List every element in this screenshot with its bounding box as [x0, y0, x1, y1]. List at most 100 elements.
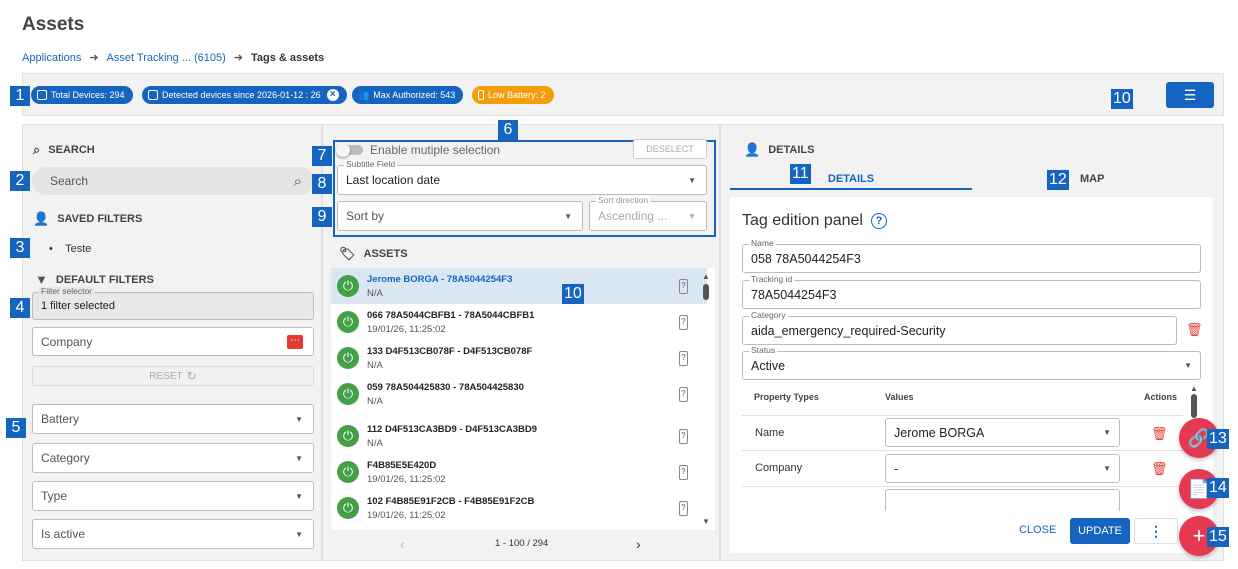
list-item[interactable]: ⏻ Jerome BORGA - 78A5044254F3 N/A?: [331, 268, 707, 304]
default-filters-text: DEFAULT FILTERS: [55, 273, 154, 286]
details-heading: 👤 DETAILS: [744, 142, 814, 158]
chevron-down-icon: ▼: [295, 491, 303, 501]
tracking-id-label: Tracking id: [749, 274, 795, 284]
company-field[interactable]: Company ⋯: [32, 327, 314, 356]
chevron-down-icon: ▼: [1103, 428, 1111, 437]
subtitle-field-select[interactable]: Subtitle Field Last location date ▼: [337, 160, 707, 195]
is-active-select[interactable]: Is active ▼: [32, 519, 314, 549]
power-icon: ⏻: [337, 425, 359, 447]
low-battery-chip[interactable]: Low Battery: 2: [472, 86, 554, 104]
sort-by-label: Sort by: [346, 209, 385, 223]
prop-value-select[interactable]: Jerome BORGA ▼: [885, 418, 1120, 447]
pagination-label: 1 - 100 / 294: [495, 538, 549, 549]
badge-8: 8: [312, 174, 332, 194]
type-select[interactable]: Type ▼: [32, 481, 314, 511]
list-item[interactable]: ⏻ 102 F4B85E91F2CB - F4B85E91F2CB 19/01/26…: [331, 490, 707, 526]
delete-icon[interactable]: 🗑: [1151, 461, 1168, 477]
category-field-label: Category: [749, 310, 788, 320]
subtitle-field-label: Subtitle Field: [344, 159, 398, 169]
breadcrumb-asset-tracking[interactable]: Asset Tracking ... (6105): [107, 52, 226, 64]
chevron-down-icon: ▼: [1103, 464, 1111, 473]
list-item-title: 059 78A504425830 - 78A504425830: [367, 382, 524, 393]
max-authorized-chip[interactable]: 👥 Max Authorized: 543: [352, 86, 464, 104]
power-icon: ⏻: [337, 383, 359, 405]
list-item-subtitle: N/A: [367, 288, 383, 299]
detected-devices-chip[interactable]: Detected devices since 2026-01-12 : 26 ×: [142, 86, 347, 104]
list-item[interactable]: ⏻ 066 78A5044CBFB1 - 78A5044CBFB1 19/01/26…: [331, 304, 707, 340]
calendar-icon: [148, 90, 158, 100]
battery-unknown-icon: ?: [679, 351, 688, 366]
list-item[interactable]: ⏻ 059 78A504425830 - 78A504425830 N/A?: [331, 376, 707, 412]
deselect-button[interactable]: DESELECT: [633, 139, 707, 159]
scrollbar-thumb[interactable]: [703, 284, 709, 300]
multi-select-label: Enable mutiple selection: [370, 143, 501, 157]
chevron-down-icon: ▼: [1184, 361, 1192, 370]
prop-type-name: Name: [755, 427, 785, 439]
saved-filters-heading: 👤 SAVED FILTERS: [33, 211, 142, 227]
chevron-down-icon: ▼: [688, 175, 696, 185]
chevron-down-icon: ▼: [295, 414, 303, 424]
power-icon: ⏻: [337, 461, 359, 483]
breadcrumb-applications[interactable]: Applications: [22, 52, 81, 64]
status-value: Active: [751, 358, 786, 373]
prev-page-icon[interactable]: ‹: [400, 536, 405, 552]
reset-button[interactable]: RESET ↻: [32, 366, 314, 386]
breadcrumb-current: Tags & assets: [250, 51, 325, 64]
category-select[interactable]: Category ▼: [32, 443, 314, 473]
col-values: Values: [885, 392, 914, 402]
battery-label: Battery: [41, 412, 80, 426]
scrollbar-thumb[interactable]: [1191, 394, 1197, 418]
saved-filter-item[interactable]: • Teste: [49, 243, 91, 255]
list-item[interactable]: ⏻ 133 D4F513CB078F - D4F513CB078F N/A?: [331, 340, 707, 376]
help-icon[interactable]: ?: [870, 213, 887, 229]
filter-selector[interactable]: Filter selector 1 filter selected: [32, 287, 314, 320]
saved-filters-text: SAVED FILTERS: [57, 213, 143, 225]
total-devices-chip[interactable]: Total Devices: 294: [31, 86, 133, 104]
badge-12: 12: [1047, 170, 1069, 190]
multi-select-toggle[interactable]: [336, 143, 363, 157]
battery-select[interactable]: Battery ▼: [32, 404, 314, 434]
badge-10: 10: [1111, 89, 1133, 109]
tab-map[interactable]: MAP: [1080, 173, 1104, 185]
prop-value-select[interactable]: - ▼: [885, 454, 1120, 483]
scroll-down-icon[interactable]: ▼: [702, 517, 710, 526]
name-field[interactable]: Name 058 78A5044254F3: [742, 239, 1201, 273]
update-button[interactable]: UPDATE: [1070, 518, 1130, 544]
chevron-down-icon: ▼: [564, 211, 572, 221]
arrow-right-icon: ➜: [233, 52, 243, 64]
list-item[interactable]: ⏻ 112 D4F513CA3BD9 - D4F513CA3BD9 N/A?: [331, 418, 707, 454]
tab-indicator: [730, 188, 972, 190]
delete-icon[interactable]: 🗑: [1186, 322, 1203, 338]
badge-10b: 10: [562, 284, 584, 304]
assets-heading: 🏷 ASSETS: [339, 246, 408, 262]
status-select[interactable]: Status Active ▼: [742, 346, 1201, 380]
close-button[interactable]: CLOSE: [1019, 524, 1056, 536]
close-icon[interactable]: ×: [326, 89, 339, 101]
search-icon[interactable]: ⌕: [294, 173, 302, 190]
tracking-id-field[interactable]: Tracking id 78A5044254F3: [742, 275, 1201, 309]
next-page-icon[interactable]: ›: [636, 536, 641, 552]
sort-by-select[interactable]: Sort by ▼: [337, 201, 583, 231]
list-item-title: 066 78A5044CBFB1 - 78A5044CBFB1: [367, 310, 535, 321]
list-item-subtitle: 19/01/26, 11:25:02: [367, 474, 446, 485]
assets-list: ⏻ Jerome BORGA - 78A5044254F3 N/A? ⏻ 066 78…: [331, 268, 715, 530]
list-item[interactable]: ⏻ F4B85E5E420D 19/01/26, 11:25:02?: [331, 454, 707, 490]
sort-direction-select[interactable]: Sort direction Ascending ... ▼: [589, 196, 707, 231]
search-input[interactable]: Search ⌕: [32, 167, 314, 195]
list-item-title: 102 F4B85E91F2CB - F4B85E91F2CB: [367, 496, 535, 507]
more-options-icon[interactable]: ⋯: [287, 334, 303, 349]
scroll-up-icon[interactable]: ▲: [702, 272, 710, 281]
tab-details[interactable]: DETAILS: [730, 173, 972, 185]
scroll-up-icon[interactable]: ▲: [1190, 384, 1198, 393]
prop-value-text: -: [894, 461, 899, 476]
toggle-panel-button[interactable]: ☰: [1166, 82, 1214, 108]
badge-9: 9: [312, 207, 332, 227]
page-title: Assets: [22, 14, 85, 35]
battery-unknown-icon: ?: [679, 465, 688, 480]
delete-icon[interactable]: 🗑: [1151, 426, 1168, 442]
battery-unknown-icon: ?: [679, 279, 688, 294]
users-icon: 👥: [358, 89, 370, 100]
tracking-id-value: 78A5044254F3: [751, 287, 837, 302]
more-vert-icon[interactable]: ⋮: [1134, 518, 1178, 544]
category-field[interactable]: Category aida_emergency_required-Securit…: [742, 311, 1177, 345]
